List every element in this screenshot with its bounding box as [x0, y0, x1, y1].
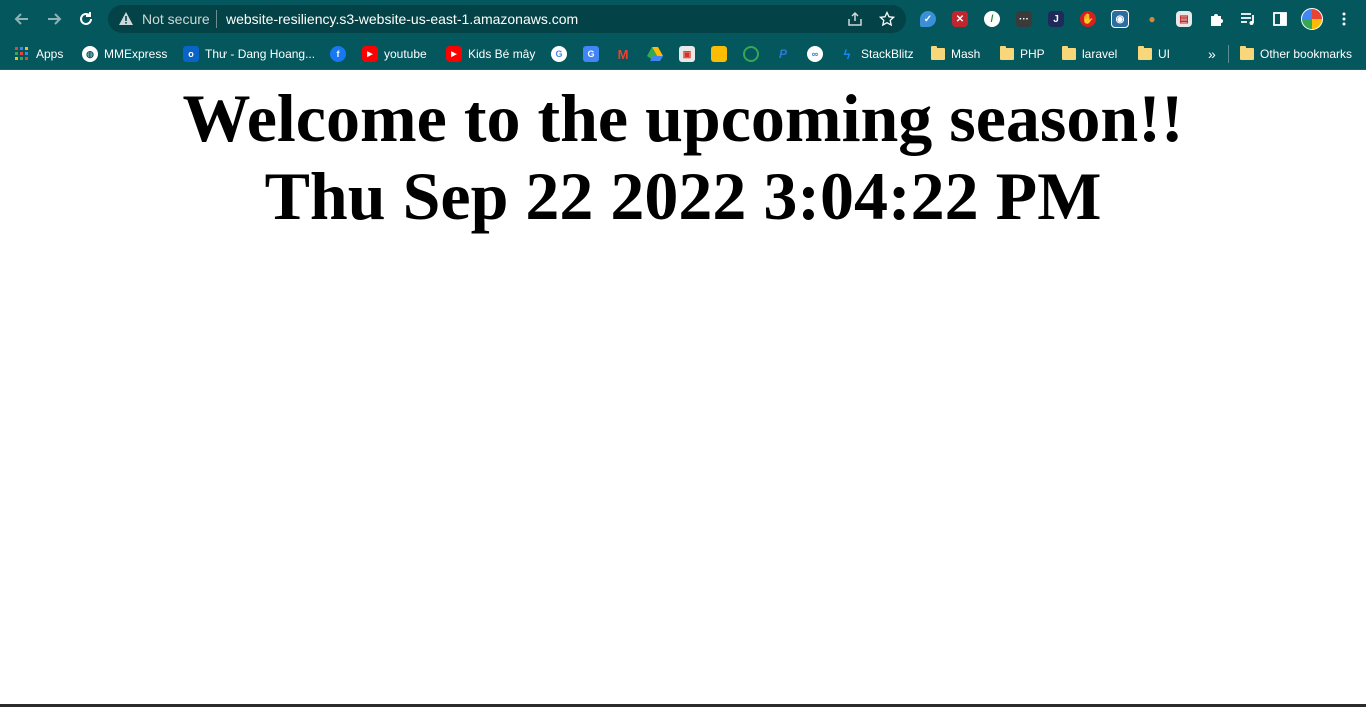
capture-extension-icon[interactable]: ◉: [1110, 9, 1130, 29]
bookmark-calendar[interactable]: ▣: [679, 42, 695, 66]
bookmark-other-bookmarks[interactable]: Other bookmarks: [1240, 42, 1352, 66]
bookmark-mmexpress[interactable]: ◍ MMExpress: [82, 42, 167, 66]
bookmark-label: UI: [1158, 47, 1170, 61]
youtube-icon: ▶: [446, 46, 462, 62]
bookmark-label: MMExpress: [104, 47, 168, 61]
bookmark-kids-be-may[interactable]: ▶ Kids Bé mây: [446, 42, 535, 66]
url-text[interactable]: website-resiliency.s3-website-us-east-1.…: [226, 11, 578, 27]
bookmark-google-translate[interactable]: G: [583, 42, 599, 66]
profile-avatar-icon[interactable]: [1301, 8, 1323, 30]
bookmark-folder-ui[interactable]: UI: [1138, 42, 1170, 66]
bookmarks-overflow-button[interactable]: »: [1208, 42, 1216, 66]
folder-icon: [1000, 46, 1014, 60]
apps-grid-icon: [14, 46, 30, 62]
print-extension-icon[interactable]: ▤: [1174, 9, 1194, 29]
more-menu-icon[interactable]: [1334, 9, 1354, 29]
color-wheel-extension-icon[interactable]: /: [982, 9, 1002, 29]
bookmark-label: laravel: [1082, 47, 1118, 61]
folder-icon: [931, 46, 945, 60]
bookmark-label: PHP: [1020, 47, 1045, 61]
star-icon[interactable]: [878, 10, 896, 28]
bookmark-gmail[interactable]: M: [615, 42, 631, 66]
page-content: Welcome to the upcoming season!! Thu Sep…: [0, 70, 1366, 704]
browser-toolbar: Not secure website-resiliency.s3-website…: [0, 0, 1366, 38]
bookmark-google-drive[interactable]: [647, 42, 663, 66]
stackblitz-icon: ϟ: [843, 46, 851, 62]
back-button[interactable]: [10, 7, 34, 31]
folder-icon: [1138, 46, 1152, 60]
bookmark-google[interactable]: G: [551, 42, 567, 66]
bookmark-stackblitz[interactable]: ϟ StackBlitz: [839, 42, 914, 66]
youtube-icon: ▶: [362, 46, 378, 62]
omnibox-divider: [216, 10, 217, 28]
cookie-extension-icon[interactable]: ●: [1142, 9, 1162, 29]
address-bar[interactable]: Not secure website-resiliency.s3-website…: [108, 5, 906, 33]
bookmark-label: StackBlitz: [861, 47, 914, 61]
bookmark-label: Other bookmarks: [1260, 47, 1353, 61]
calendar-icon: ▣: [679, 46, 695, 62]
bookmark-paypal[interactable]: P: [775, 42, 791, 66]
facebook-icon: f: [330, 46, 346, 62]
side-panel-icon[interactable]: [1270, 9, 1290, 29]
bookmark-facebook[interactable]: f: [330, 42, 346, 66]
bookmark-circle[interactable]: [743, 42, 759, 66]
bookmark-outlook[interactable]: o Thư - Dang Hoang...: [183, 42, 315, 66]
media-control-icon[interactable]: [1238, 9, 1258, 29]
google-translate-icon: G: [583, 46, 599, 62]
bookmark-youtube[interactable]: ▶ youtube: [362, 42, 427, 66]
reload-button[interactable]: [74, 7, 98, 31]
circle-icon: [743, 46, 759, 62]
warning-icon[interactable]: [118, 11, 134, 32]
tools-extension-icon[interactable]: ✕: [950, 9, 970, 29]
bookmark-apps[interactable]: Apps: [14, 42, 63, 66]
bookmark-label: Mash: [951, 47, 981, 61]
page-title: Welcome to the upcoming season!!: [182, 80, 1184, 156]
current-datetime: Thu Sep 22 2022 3:04:22 PM: [264, 158, 1102, 234]
overflow-chevron-icon: »: [1208, 46, 1216, 62]
back-arrow-icon: [14, 13, 28, 25]
shield-extension-icon[interactable]: ✓: [918, 9, 938, 29]
dots-extension-icon[interactable]: ···: [1014, 9, 1034, 29]
bookmarks-divider: [1228, 45, 1229, 63]
bookmark-label: Kids Bé mây: [468, 47, 536, 61]
folder-icon: [1240, 46, 1254, 60]
bookmark-link[interactable]: ∞: [807, 42, 823, 66]
outlook-icon: o: [183, 46, 199, 62]
puzzle-icon[interactable]: [1206, 9, 1226, 29]
bookmark-label: youtube: [384, 47, 427, 61]
link-icon: ∞: [807, 46, 823, 62]
bookmark-label: Apps: [36, 47, 64, 61]
reload-icon: [80, 12, 92, 25]
bookmark-folder-mash[interactable]: Mash: [931, 42, 980, 66]
globe-icon: ◍: [82, 46, 98, 62]
gmail-icon: M: [617, 46, 629, 62]
bookmark-label: Thư - Dang Hoang...: [205, 47, 316, 61]
hand-extension-icon[interactable]: ✋: [1078, 9, 1098, 29]
paypal-icon: P: [778, 47, 787, 61]
j-extension-icon[interactable]: J: [1046, 9, 1066, 29]
google-drive-icon: [647, 46, 663, 62]
security-status[interactable]: Not secure: [142, 11, 210, 27]
bookmarks-bar: Apps ◍ MMExpress o Thư - Dang Hoang... f…: [0, 38, 1366, 70]
bookmark-keep[interactable]: [711, 42, 727, 66]
share-icon[interactable]: [846, 10, 864, 28]
forward-arrow-icon: [48, 13, 62, 25]
bookmark-folder-php[interactable]: PHP: [1000, 42, 1045, 66]
forward-button[interactable]: [42, 7, 66, 31]
google-icon: G: [551, 46, 567, 62]
keep-icon: [711, 46, 727, 62]
folder-icon: [1062, 46, 1076, 60]
bookmark-folder-laravel[interactable]: laravel: [1062, 42, 1117, 66]
